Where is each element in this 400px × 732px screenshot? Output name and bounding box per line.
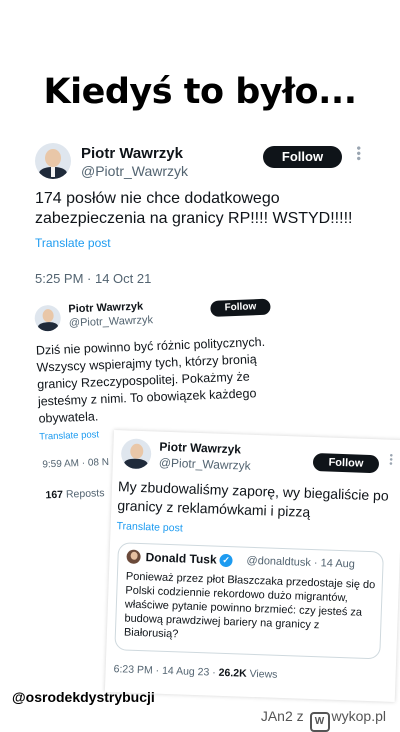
author-name[interactable]: Piotr Wawrzyk bbox=[68, 301, 143, 316]
avatar[interactable] bbox=[34, 304, 62, 332]
watermark-user: JAn2 bbox=[260, 708, 293, 724]
more-dots-icon[interactable]: ••• bbox=[352, 146, 366, 162]
watermark-separator: z bbox=[296, 708, 304, 724]
translate-link[interactable]: Translate post bbox=[39, 429, 99, 442]
views-label: Views bbox=[249, 667, 278, 681]
tweet-text-line: zabezpieczenia na granicy RP!!!! WSTYD!!… bbox=[35, 210, 353, 227]
translate-link[interactable]: Translate post bbox=[35, 236, 111, 250]
translate-link[interactable]: Translate post bbox=[116, 520, 183, 534]
quoted-tweet[interactable]: Donald Tusk ✓ @donaldtusk · 14 Aug Poniew… bbox=[114, 542, 384, 660]
reposts-label: Reposts bbox=[65, 487, 105, 501]
headline: Kiedyś to było... bbox=[43, 72, 358, 112]
avatar[interactable] bbox=[126, 549, 141, 565]
author-name[interactable]: Piotr Wawrzyk bbox=[81, 145, 183, 162]
tweet-3-card: Piotr Wawrzyk @Piotr_Wawrzyk Follow ••• … bbox=[104, 430, 400, 702]
views-count: 26.2K bbox=[218, 666, 247, 680]
tweet-text-line: 174 posłów nie chce dodatkowego bbox=[35, 190, 280, 207]
avatar[interactable] bbox=[120, 438, 152, 470]
watermark: JAn2 z Wwykop.pl bbox=[261, 708, 386, 732]
quoted-author-handle[interactable]: @donaldtusk · 14 Aug bbox=[246, 555, 355, 571]
tweet-timestamp: 6:23 PM · 14 Aug 23 · bbox=[113, 663, 219, 679]
author-name[interactable]: Piotr Wawrzyk bbox=[159, 440, 241, 457]
tweet-timestamp[interactable]: 5:25 PM · 14 Oct 21 bbox=[35, 271, 151, 286]
wykop-logo-icon: W bbox=[309, 712, 330, 732]
tweet-text-line: obywatela. bbox=[38, 409, 99, 426]
source-handle: @osrodekdystrybucji bbox=[12, 689, 155, 705]
quoted-text-line: Białorusią? bbox=[123, 626, 179, 641]
follow-button[interactable]: Follow bbox=[263, 146, 342, 168]
reposts-count: 167 bbox=[45, 488, 64, 502]
more-dots-icon[interactable]: ••• bbox=[386, 454, 396, 467]
avatar[interactable] bbox=[35, 143, 71, 179]
verified-badge-icon: ✓ bbox=[219, 553, 233, 568]
follow-button[interactable]: Follow bbox=[210, 298, 271, 317]
tweet-timestamp[interactable]: 9:59 AM · 08 N bbox=[42, 457, 109, 471]
author-handle[interactable]: @Piotr_Wawrzyk bbox=[81, 163, 188, 179]
tweet-meta[interactable]: 6:23 PM · 14 Aug 23 · 26.2K Views bbox=[113, 663, 277, 681]
quoted-author-name[interactable]: Donald Tusk ✓ bbox=[145, 550, 233, 568]
tweet-text-line: granicy z reklamówkami i pizzą bbox=[117, 497, 311, 520]
reposts-stat[interactable]: 167 Reposts bbox=[45, 487, 104, 501]
author-handle[interactable]: @Piotr_Wawrzyk bbox=[69, 314, 154, 329]
author-handle[interactable]: @Piotr_Wawrzyk bbox=[159, 456, 251, 473]
watermark-site: wykop.pl bbox=[331, 708, 386, 724]
follow-button[interactable]: Follow bbox=[312, 452, 380, 474]
